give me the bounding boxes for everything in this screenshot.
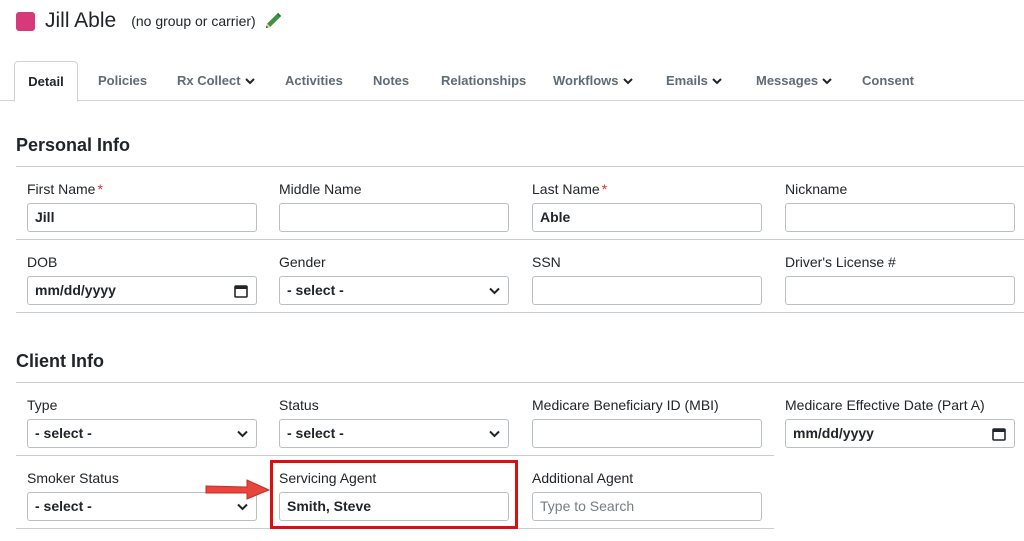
chevron-down-icon — [244, 77, 255, 84]
additional-agent-label: Additional Agent — [532, 470, 634, 486]
row-divider — [16, 455, 774, 456]
medicare-date-input[interactable]: mm/dd/yyyy — [785, 419, 1015, 448]
gender-label: Gender — [279, 254, 326, 270]
edit-pencil-icon[interactable] — [263, 11, 283, 31]
client-group: (no group or carrier) — [131, 13, 256, 29]
tab-detail[interactable]: Detail — [14, 61, 78, 102]
chevron-down-icon — [822, 77, 832, 84]
ssn-label: SSN — [532, 254, 561, 270]
status-label: Status — [279, 397, 319, 413]
tab-workflows[interactable]: Workflows — [553, 61, 633, 101]
row-divider — [16, 312, 1024, 313]
dob-date-input[interactable]: mm/dd/yyyy — [27, 276, 257, 305]
type-select[interactable]: - select - — [27, 419, 257, 448]
client-header: Jill Able (no group or carrier) — [16, 8, 283, 34]
required-marker: * — [97, 181, 103, 197]
tab-policies[interactable]: Policies — [98, 61, 147, 101]
chevron-down-icon — [622, 77, 633, 84]
middle-name-label: Middle Name — [279, 181, 362, 197]
required-marker: * — [601, 181, 608, 197]
client-name: Jill Able — [45, 9, 117, 32]
dob-label: DOB — [27, 254, 58, 270]
gender-select[interactable]: - select - — [279, 276, 509, 305]
chevron-down-icon — [712, 77, 722, 84]
section-divider — [16, 166, 1024, 167]
highlight-box — [270, 460, 518, 529]
annotation-arrow-icon — [205, 479, 271, 500]
last-name-label: Last Name * — [532, 181, 608, 197]
section-divider — [16, 382, 1024, 383]
status-select[interactable]: - select - — [279, 419, 509, 448]
tab-activities[interactable]: Activities — [285, 61, 343, 101]
chevron-down-icon — [237, 430, 248, 438]
middle-name-input[interactable] — [279, 203, 509, 232]
type-label: Type — [27, 397, 58, 413]
nickname-input[interactable] — [785, 203, 1015, 232]
additional-agent-input[interactable]: Type to Search — [532, 492, 762, 521]
calendar-icon[interactable] — [992, 427, 1006, 441]
client-color-swatch — [16, 11, 35, 31]
tab-relationships[interactable]: Relationships — [441, 61, 526, 101]
tab-consent[interactable]: Consent — [862, 61, 914, 101]
chevron-down-icon — [237, 503, 248, 511]
personal-info-heading: Personal Info — [16, 135, 131, 155]
ssn-input[interactable] — [532, 276, 762, 305]
smoker-status-label: Smoker Status — [27, 470, 119, 486]
chevron-down-icon — [489, 430, 500, 438]
drivers-license-input[interactable] — [785, 276, 1015, 305]
tab-bar: Detail Policies Rx Collect Activities No… — [0, 61, 1024, 102]
first-name-label: First Name * — [27, 181, 103, 197]
tab-emails[interactable]: Emails — [666, 61, 722, 101]
medicare-date-label: Medicare Effective Date (Part A) — [785, 397, 985, 413]
tab-rx-collect[interactable]: Rx Collect — [177, 61, 255, 101]
calendar-icon[interactable] — [234, 284, 248, 298]
first-name-input[interactable]: Jill — [27, 203, 257, 232]
nickname-label: Nickname — [785, 181, 848, 197]
row-divider — [16, 239, 1024, 240]
last-name-input[interactable]: Able — [532, 203, 762, 232]
tab-messages[interactable]: Messages — [756, 61, 832, 101]
chevron-down-icon — [489, 287, 500, 295]
mbi-input[interactable] — [532, 419, 762, 448]
mbi-label: Medicare Beneficiary ID (MBI) — [532, 397, 719, 413]
drivers-license-label: Driver's License # — [785, 254, 896, 270]
tab-notes[interactable]: Notes — [373, 61, 409, 101]
client-info-heading: Client Info — [16, 351, 104, 371]
